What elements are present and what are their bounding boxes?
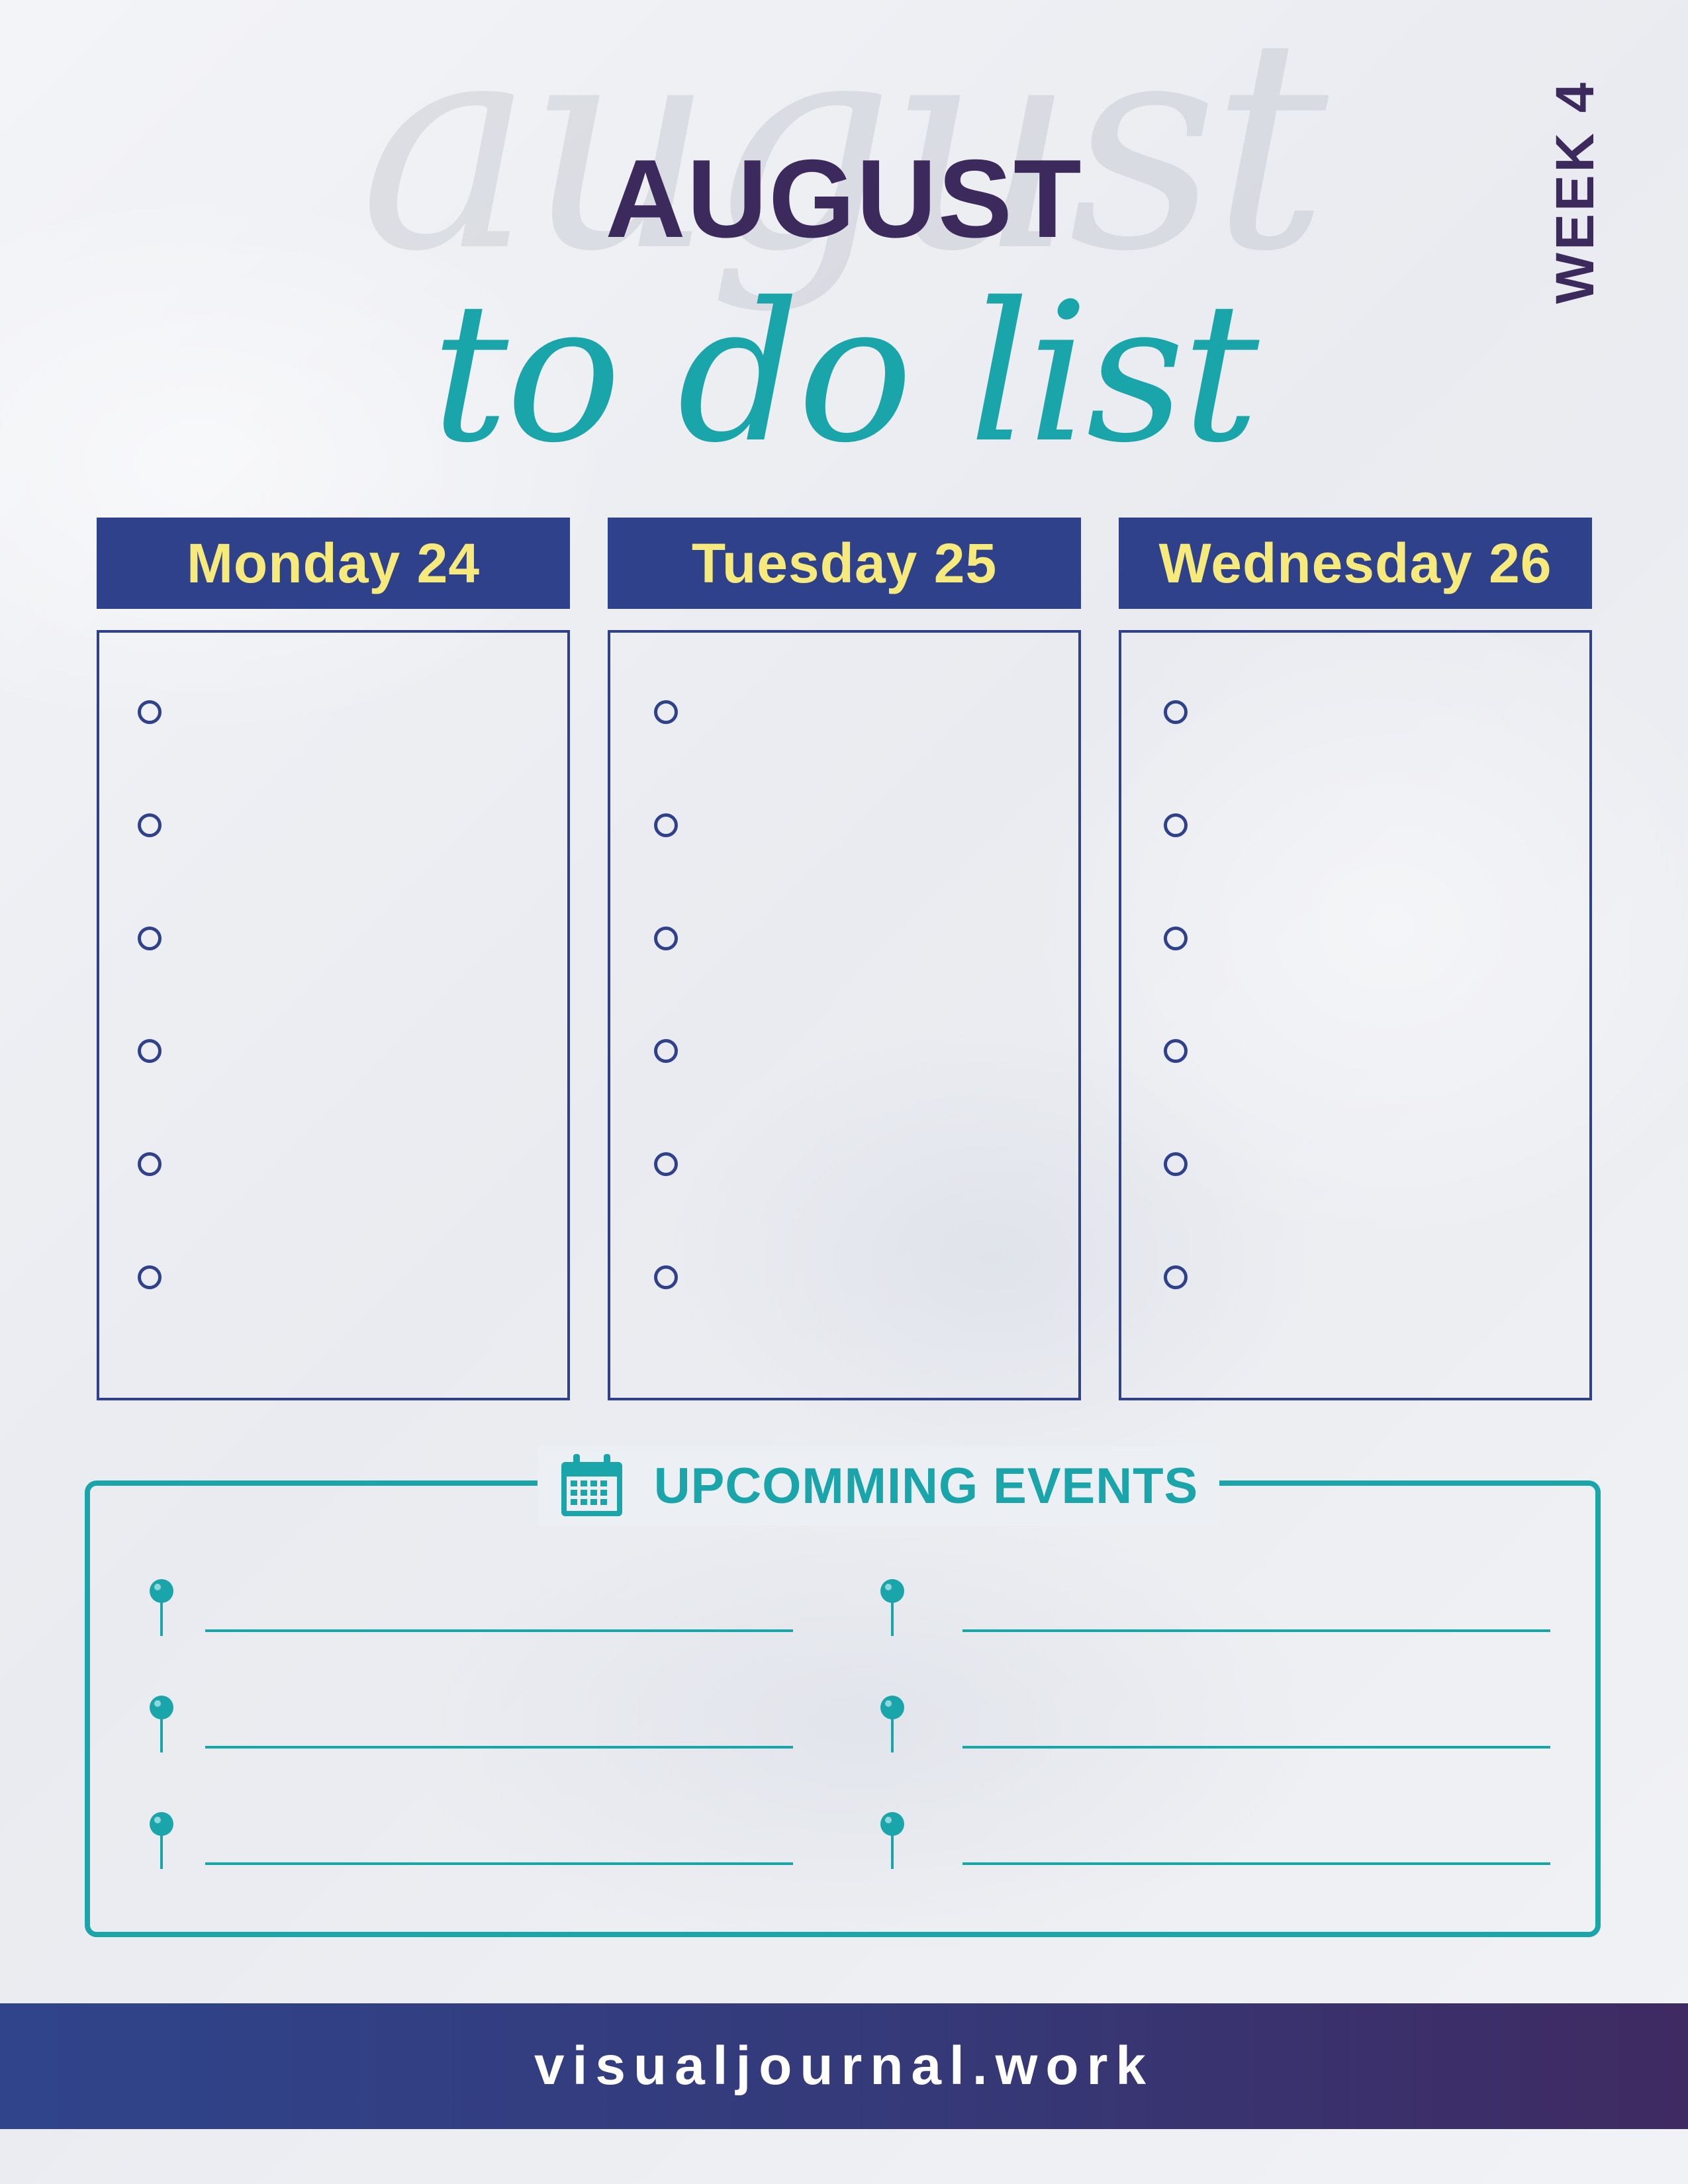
day-header-label: Wednesday 26 bbox=[1158, 531, 1552, 594]
task-checkbox[interactable] bbox=[1164, 813, 1188, 837]
upcoming-events-box bbox=[85, 1480, 1601, 1937]
month-title: AUGUST bbox=[605, 136, 1083, 261]
upcoming-events-heading: UPCOMMING EVENTS bbox=[538, 1446, 1219, 1525]
task-checkbox[interactable] bbox=[138, 1152, 162, 1176]
day-header-label: Tuesday 25 bbox=[691, 531, 998, 594]
task-list-box bbox=[1119, 630, 1592, 1400]
task-checkbox[interactable] bbox=[654, 1265, 678, 1289]
pushpin-icon bbox=[150, 1812, 173, 1869]
task-checkbox[interactable] bbox=[138, 927, 162, 950]
pushpin-icon bbox=[150, 1696, 173, 1752]
pushpin-icon bbox=[880, 1579, 904, 1636]
day-column-tuesday: Tuesday 25 bbox=[608, 518, 1081, 1400]
day-header: Wednesday 26 bbox=[1119, 518, 1592, 609]
task-checkbox[interactable] bbox=[138, 813, 162, 837]
task-checkbox[interactable] bbox=[1164, 1265, 1188, 1289]
task-checkbox[interactable] bbox=[138, 1039, 162, 1063]
task-checkbox[interactable] bbox=[654, 927, 678, 950]
footer-website: visualjournal.work bbox=[534, 2036, 1154, 2096]
calendar-icon bbox=[561, 1454, 622, 1516]
event-entry-line[interactable] bbox=[962, 1629, 1550, 1632]
task-checkbox[interactable] bbox=[654, 1039, 678, 1063]
task-list-box bbox=[608, 630, 1081, 1400]
task-checkbox[interactable] bbox=[1164, 927, 1188, 950]
event-entry-line[interactable] bbox=[962, 1746, 1550, 1749]
footer-banner: visualjournal.work bbox=[0, 2003, 1688, 2129]
pushpin-icon bbox=[880, 1812, 904, 1869]
task-checkbox[interactable] bbox=[1164, 700, 1188, 724]
day-column-wednesday: Wednesday 26 bbox=[1119, 518, 1592, 1400]
day-header-label: Monday 24 bbox=[186, 531, 481, 594]
task-checkbox[interactable] bbox=[654, 813, 678, 837]
event-entry-line[interactable] bbox=[205, 1746, 793, 1749]
event-entry-line[interactable] bbox=[962, 1862, 1550, 1865]
pushpin-icon bbox=[880, 1696, 904, 1752]
pushpin-icon bbox=[150, 1579, 173, 1636]
upcoming-events-title: UPCOMMING EVENTS bbox=[653, 1457, 1199, 1514]
task-checkbox[interactable] bbox=[1164, 1152, 1188, 1176]
day-header: Tuesday 25 bbox=[608, 518, 1081, 609]
task-list-box bbox=[97, 630, 570, 1400]
task-checkbox[interactable] bbox=[138, 1265, 162, 1289]
task-checkbox[interactable] bbox=[654, 700, 678, 724]
day-column-monday: Monday 24 bbox=[97, 518, 570, 1400]
event-entry-line[interactable] bbox=[205, 1862, 793, 1865]
event-entry-line[interactable] bbox=[205, 1629, 793, 1632]
day-header: Monday 24 bbox=[97, 518, 570, 609]
task-checkbox[interactable] bbox=[654, 1152, 678, 1176]
page-subtitle: to do list bbox=[431, 262, 1260, 485]
task-checkbox[interactable] bbox=[138, 700, 162, 724]
task-checkbox[interactable] bbox=[1164, 1039, 1188, 1063]
